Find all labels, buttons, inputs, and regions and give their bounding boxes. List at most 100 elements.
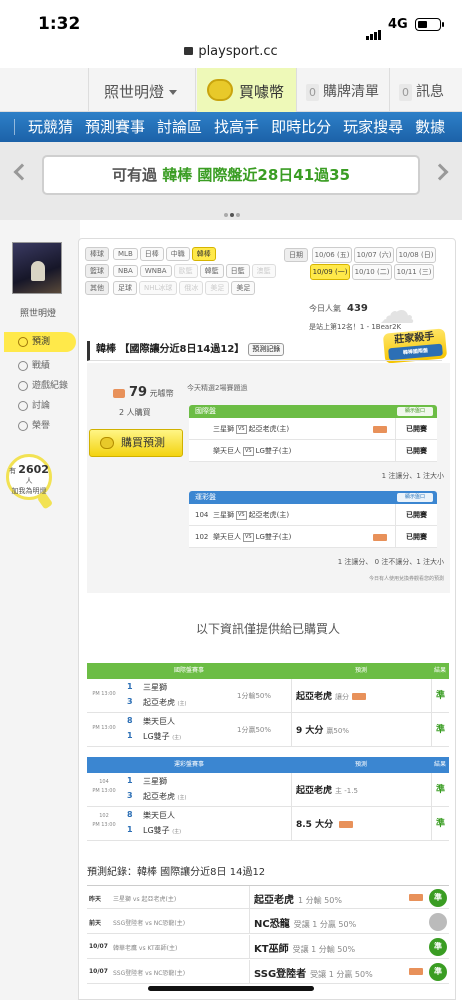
team-name: 起亞老虎 (主)	[143, 791, 186, 802]
buy-coin-label: 買噱幣	[239, 83, 285, 101]
history-pick: SSG登陸者 受讓 1 分贏 50%	[249, 960, 373, 984]
user-menu[interactable]: 照世明燈	[88, 68, 196, 112]
banner-prefix: 可有過	[111, 166, 157, 184]
game-number: 104	[195, 511, 209, 519]
filter-tag[interactable]: 日籃	[225, 264, 250, 278]
popularity-label: 今日人氣	[309, 304, 341, 313]
sidebar-item-honor[interactable]: 榮譽	[4, 416, 76, 436]
hot-icon	[409, 894, 423, 901]
filter-tag[interactable]: 足球	[113, 281, 137, 295]
show-odds-button[interactable]: 顯示盤口	[396, 407, 433, 416]
date-tag[interactable]: 10/11 (三)	[394, 264, 434, 280]
date-tag-active[interactable]: 10/09 (一)	[310, 264, 350, 280]
filter-row-baseball: 棒球 MLB 日棒 中職 韓棒	[85, 247, 218, 261]
main-nav: 玩競猜 預測賽事 討論區 找高手 即時比分 玩家搜尋 數據	[0, 112, 462, 142]
home-mark: (主)	[172, 829, 182, 835]
buy-predict-button[interactable]: 購買預測	[89, 429, 183, 457]
game-time: PM 13:00	[92, 725, 116, 731]
pick: 8.5 大分	[291, 807, 431, 841]
sidebar-item-label: 遊戲紀錄	[32, 381, 69, 391]
cart-button[interactable]: 0 購牌清單	[298, 68, 390, 112]
filter-tag[interactable]: NBA	[113, 265, 138, 277]
url-text: playsport.cc	[198, 44, 278, 59]
sidebar-item-game-record[interactable]: 遊戲紀錄	[4, 376, 76, 396]
buy-box: 79 元噱幣 2 人購買 購買預測 今天精選2場賽題過 國際盤 顯示盤口 三星獅 V…	[87, 363, 450, 593]
game-time-text: PM 13:00	[92, 788, 116, 794]
game-teams: 樂天巨人 VS LG雙子(主)	[213, 526, 291, 548]
nav-item-play[interactable]: 玩競猜	[28, 112, 73, 142]
message-button[interactable]: 0 訊息	[391, 68, 462, 112]
message-count: 0	[399, 83, 412, 101]
pick: 起亞老虎主 -1.5	[291, 773, 431, 807]
home-team: 起亞老虎(主)	[248, 511, 290, 519]
pick: 9 大分 贏50%	[291, 713, 431, 747]
filter-tag[interactable]: 日棒	[139, 247, 164, 261]
filter-tag[interactable]: WNBA	[139, 265, 172, 277]
team-name-text: LG雙子	[143, 732, 170, 741]
sidebar-item-label: 戰績	[32, 361, 51, 371]
filter-tag[interactable]: MLB	[113, 248, 138, 260]
history-pick-value: SSG登陸者	[254, 969, 307, 980]
message-label: 訊息	[416, 84, 444, 100]
url-bar[interactable]: playsport.cc	[0, 44, 462, 59]
date-tag[interactable]: 10/07 (六)	[354, 247, 394, 263]
nav-item-player-search[interactable]: 玩家搜尋	[343, 112, 403, 142]
date-tag[interactable]: 10/10 (二)	[352, 264, 392, 280]
picks-hint: 今天精選2場賽題過	[187, 384, 248, 392]
date-tag[interactable]: 10/08 (日)	[396, 247, 436, 263]
filter-tag-active[interactable]: 韓棒	[191, 247, 216, 261]
nav-item-forum[interactable]: 討論區	[157, 112, 202, 142]
popularity: 今日人氣 439	[309, 303, 368, 314]
record-button[interactable]: 預測記錄	[248, 342, 285, 356]
pick-value: 起亞老虎	[296, 692, 333, 702]
history-pick-note: 受讓 1 分輸 50%	[292, 945, 356, 954]
game-teams: 樂天巨人 VS LG雙子(主)	[213, 440, 291, 462]
history-match: SSG登陸者 vs NC恐龍(主)	[113, 970, 186, 977]
circle-icon	[18, 381, 28, 391]
nav-item-livescore[interactable]: 即時比分	[271, 112, 331, 142]
nav-item-data[interactable]: 數據	[415, 112, 445, 142]
show-odds-button[interactable]: 顯示盤口	[396, 493, 433, 502]
date-tag[interactable]: 10/06 (五)	[312, 247, 352, 263]
intl-results-table: 國際盤賽事 預測 結果 PM 13:00 1 三星獅 3 起亞老虎 (主) 1分輸5…	[87, 663, 449, 747]
away-team: 三星獅	[213, 511, 234, 519]
game-row: 104 三星獅 VS 起亞老虎(主) 已開賽	[189, 504, 437, 526]
sidebar-item-forum[interactable]: 討論	[4, 396, 76, 416]
chevron-left-icon[interactable]	[13, 163, 31, 181]
team-name: 起亞老虎 (主)	[143, 697, 186, 708]
prediction-title: 韓棒 【國際讓分近8日14過12】	[96, 344, 245, 355]
chevron-right-icon[interactable]	[431, 163, 449, 181]
filter-tag[interactable]: 中職	[165, 247, 190, 261]
filter-tag[interactable]: 美足	[231, 281, 256, 295]
banner-box[interactable]: 可有過 韓棒 國際盤近28日41過35	[42, 155, 420, 195]
hot-icon	[373, 534, 387, 541]
lock-icon	[184, 47, 194, 55]
avatar[interactable]	[12, 242, 62, 294]
sidebar-item-stats[interactable]: 戰績	[4, 356, 76, 376]
network-label: 4G	[388, 17, 408, 32]
sidebar-item-label: 討論	[32, 401, 51, 411]
score: 3	[127, 791, 133, 800]
followers-prefix: 有	[9, 467, 17, 475]
header-game: 運彩盤賽事	[173, 761, 204, 768]
buy-coin-button[interactable]: 買噱幣	[197, 68, 297, 112]
carousel-dots	[224, 202, 242, 221]
filter-tag[interactable]: 韓籃	[199, 264, 224, 278]
line-result: 1分輸50%	[237, 692, 272, 700]
battery-icon	[415, 18, 444, 31]
target-icon	[18, 337, 28, 347]
team-name: 三星獅	[143, 683, 167, 692]
coin-icon	[207, 79, 233, 101]
home-indicator[interactable]	[148, 986, 314, 991]
pick-value: 9 大分	[296, 726, 324, 736]
sidebar-item-predict[interactable]: 預測	[4, 332, 76, 352]
nav-item-experts[interactable]: 找高手	[214, 112, 259, 142]
history-pick-value: KT巫師	[254, 944, 289, 955]
vs-icon: VS	[243, 446, 254, 456]
pick: 起亞老虎 讓分	[291, 679, 431, 713]
result-badge: 準	[429, 963, 447, 981]
result-badge: 準	[429, 938, 447, 956]
results-header: 運彩盤賽事 預測 結果	[87, 757, 449, 773]
game-state: 已開賽	[395, 526, 437, 548]
nav-item-predict[interactable]: 預測賽事	[85, 112, 145, 142]
